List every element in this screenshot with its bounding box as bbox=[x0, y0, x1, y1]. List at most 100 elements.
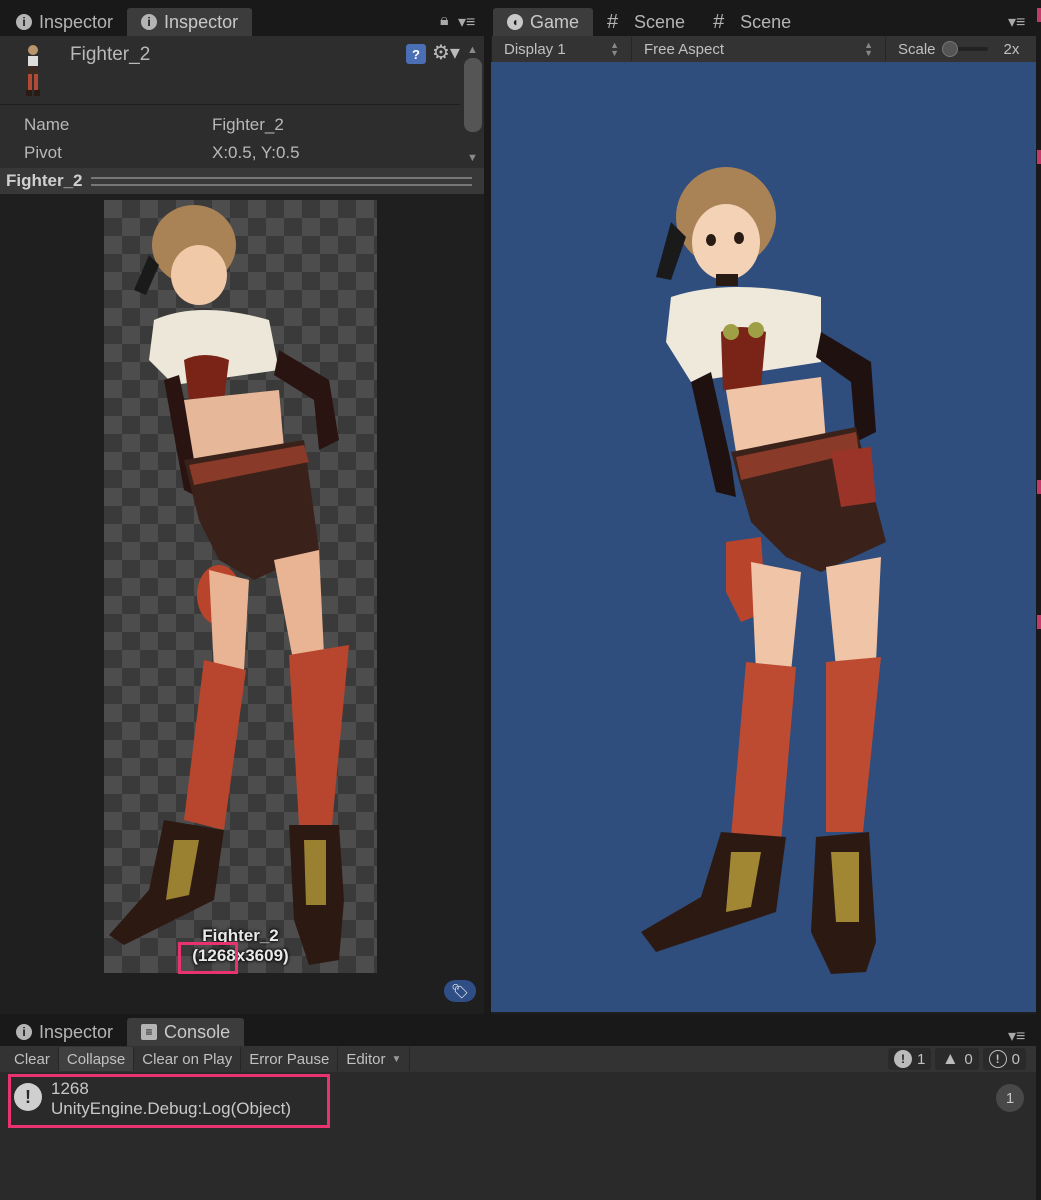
warning-count: 0 bbox=[964, 1050, 973, 1068]
info-icon: i bbox=[16, 1024, 32, 1040]
error-filter-button[interactable]: ! 0 bbox=[982, 1048, 1026, 1070]
log-filter-button[interactable]: ! 1 bbox=[887, 1048, 932, 1070]
prop-value: X:0.5, Y:0.5 bbox=[212, 143, 300, 162]
tab-label: Console bbox=[164, 1021, 231, 1042]
warning-icon: ▲ bbox=[941, 1049, 959, 1068]
log-filter-group: ! 1 ▲ 0 ! 0 bbox=[884, 1048, 1036, 1070]
log-count: 1 bbox=[916, 1050, 926, 1068]
info-icon: i bbox=[16, 14, 32, 30]
prop-key: Name bbox=[24, 115, 70, 134]
collapse-label: Collapse bbox=[66, 1050, 126, 1068]
clear-button[interactable]: Clear bbox=[0, 1047, 59, 1071]
game-toolbar: Display 1 ▲ ▼ Free Aspect ▲ ▼ Scale 2x bbox=[492, 36, 1036, 62]
panel-menu-icon[interactable]: ▾≡ bbox=[458, 12, 475, 32]
console-log-list: ! 1268 UnityEngine.Debug:Log(Object) 1 bbox=[0, 1072, 1036, 1200]
scale-slider-knob[interactable] bbox=[941, 41, 958, 57]
tab-label: Game bbox=[530, 11, 580, 32]
scroll-up-icon[interactable]: ▲ bbox=[467, 44, 478, 56]
updown-icon: ▲ ▼ bbox=[610, 40, 619, 58]
chevron-down-icon: ▼ bbox=[391, 1053, 402, 1065]
top-left-tabbar: i Inspector i Inspector bbox=[0, 0, 484, 36]
property-list: Name Fighter_2 Pivot X:0.5, Y:0.5 bbox=[0, 104, 460, 167]
tab-scene-2[interactable]: # Scene bbox=[699, 8, 805, 36]
info-icon: i bbox=[141, 14, 158, 30]
tab-inspector-2[interactable]: i Inspector bbox=[127, 8, 253, 36]
scale-label: Scale bbox=[898, 40, 936, 58]
info-log-icon: ! bbox=[893, 1050, 912, 1068]
prop-row-pivot: Pivot X:0.5, Y:0.5 bbox=[0, 139, 460, 167]
help-icon[interactable]: ? bbox=[406, 44, 426, 64]
prop-key: Pivot bbox=[24, 143, 62, 162]
error-count: 0 bbox=[1011, 1050, 1020, 1068]
preview-header[interactable]: Fighter_2 bbox=[0, 168, 484, 194]
log-stacktrace: UnityEngine.Debug:Log(Object) bbox=[51, 1099, 292, 1118]
scale-slider[interactable] bbox=[941, 41, 988, 57]
scroll-thumb[interactable] bbox=[464, 58, 482, 132]
log-collapse-count: 1 bbox=[996, 1084, 1024, 1112]
clear-on-play-button[interactable]: Clear on Play bbox=[134, 1047, 242, 1071]
edge-marker bbox=[1037, 480, 1041, 494]
prop-value: Fighter_2 bbox=[212, 115, 284, 134]
log-message: 1268 bbox=[51, 1079, 89, 1098]
transparency-checkerboard bbox=[104, 200, 377, 973]
tab-label: Scene bbox=[740, 11, 792, 32]
sprite-image bbox=[109, 205, 349, 965]
prop-row-name: Name Fighter_2 bbox=[0, 111, 460, 139]
error-pause-label: Error Pause bbox=[249, 1050, 330, 1068]
window-edge bbox=[1036, 0, 1041, 1200]
preview-caption: Fighter_2 (1268x3609) bbox=[104, 926, 377, 966]
tab-game[interactable]: ◖ Game bbox=[493, 8, 594, 36]
preview-caption-size: (1268x3609) bbox=[192, 946, 289, 965]
clear-on-play-label: Clear on Play bbox=[142, 1050, 233, 1068]
tab-console[interactable]: ≡ Console bbox=[127, 1018, 245, 1046]
tab-label: Inspector bbox=[164, 11, 239, 32]
tab-label: Inspector bbox=[39, 11, 114, 32]
scale-control: Scale 2x bbox=[886, 37, 1031, 61]
panel-menu-icon[interactable]: ▾≡ bbox=[1008, 12, 1025, 32]
clear-label: Clear bbox=[14, 1050, 50, 1068]
console-icon: ≡ bbox=[141, 1024, 158, 1040]
game-view[interactable] bbox=[491, 62, 1036, 1012]
scale-value: 2x bbox=[1003, 40, 1020, 58]
editor-label: Editor bbox=[346, 1050, 386, 1068]
panel-splitter[interactable] bbox=[484, 0, 491, 1014]
sprite-thumbnail bbox=[26, 45, 40, 96]
tab-inspector-1[interactable]: i Inspector bbox=[2, 8, 127, 36]
game-icon: ◖ bbox=[507, 14, 523, 30]
display-dropdown[interactable]: Display 1 ▲ ▼ bbox=[492, 37, 632, 61]
width-highlight-box bbox=[178, 942, 238, 974]
tab-inspector-bottom[interactable]: i Inspector bbox=[2, 1018, 127, 1046]
tab-label: Scene bbox=[634, 11, 686, 32]
error-icon: ! bbox=[988, 1050, 1007, 1068]
grid-icon: # bbox=[607, 11, 619, 33]
asset-label-icon[interactable]: 🏷︎ bbox=[444, 980, 476, 1002]
warning-filter-button[interactable]: ▲ 0 bbox=[935, 1048, 979, 1070]
aspect-label: Free Aspect bbox=[644, 40, 725, 58]
display-label: Display 1 bbox=[504, 40, 566, 58]
edge-marker bbox=[1037, 150, 1041, 164]
console-toolbar: Clear Collapse Clear on Play Error Pause… bbox=[0, 1046, 1036, 1072]
editor-dropdown[interactable]: Editor ▼ bbox=[338, 1047, 411, 1071]
updown-icon: ▲ ▼ bbox=[864, 40, 873, 58]
log-entry[interactable]: ! 1268 UnityEngine.Debug:Log(Object) bbox=[8, 1074, 330, 1128]
panel-menu-icon[interactable]: ▾≡ bbox=[1008, 1026, 1025, 1046]
bottom-tabbar: i Inspector ≡ Console bbox=[0, 1014, 1036, 1046]
scroll-down-icon[interactable]: ▼ bbox=[467, 152, 478, 164]
sprite-preview: Fighter_2 (1268x3609) 🏷︎ bbox=[0, 194, 484, 1014]
grid-icon: # bbox=[713, 11, 725, 33]
preview-caption-name: Fighter_2 bbox=[202, 926, 279, 945]
tab-label: Inspector bbox=[39, 1021, 114, 1042]
aspect-dropdown[interactable]: Free Aspect ▲ ▼ bbox=[632, 37, 886, 61]
tab-scene-1[interactable]: # Scene bbox=[593, 8, 699, 36]
collapse-button[interactable]: Collapse bbox=[58, 1047, 135, 1071]
drag-handle[interactable] bbox=[90, 176, 472, 186]
lock-icon[interactable]: 🔒︎ bbox=[440, 12, 449, 30]
vertical-scrollbar[interactable]: ▲ ▼ bbox=[462, 44, 484, 164]
top-right-tabbar: ◖ Game # Scene # Scene bbox=[491, 0, 1036, 36]
info-log-icon: ! bbox=[14, 1083, 42, 1111]
error-pause-button[interactable]: Error Pause bbox=[241, 1047, 339, 1071]
game-character-sprite bbox=[641, 167, 886, 974]
edge-marker bbox=[1037, 8, 1041, 22]
asset-title: Fighter_2 bbox=[70, 44, 151, 65]
gear-icon[interactable]: ⚙▾ bbox=[432, 40, 460, 65]
